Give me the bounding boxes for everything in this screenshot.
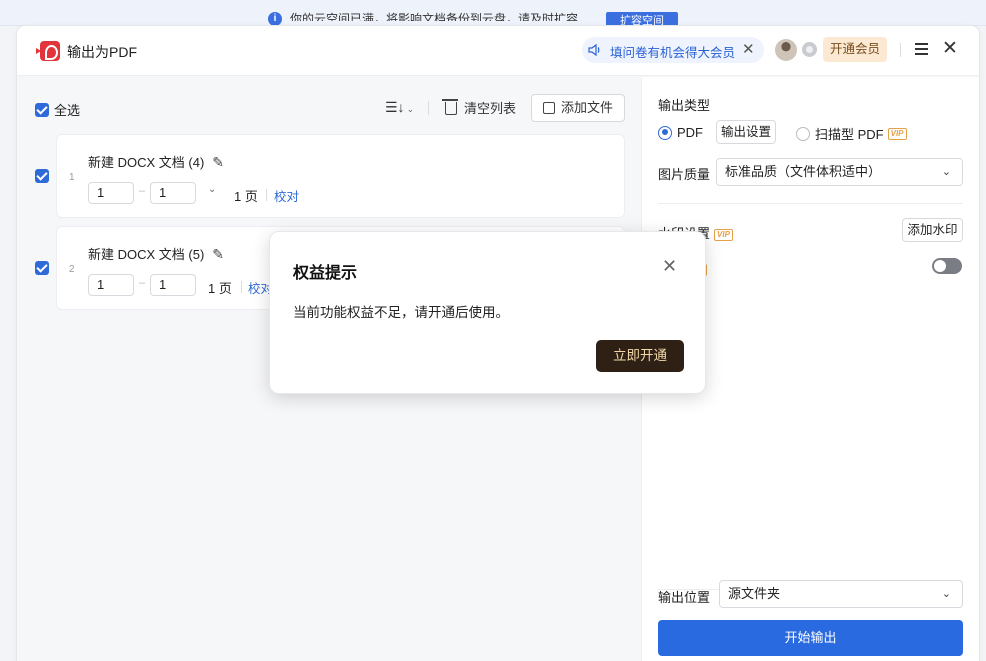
radio-selected-icon xyxy=(658,125,672,140)
image-quality-value: 标准品质（文件体积适中） xyxy=(725,164,882,179)
page-count: 1 页 xyxy=(234,189,258,204)
page-to-input[interactable]: 1 xyxy=(150,274,196,296)
range-dash: – xyxy=(139,185,146,197)
clear-list-button[interactable]: 清空列表 xyxy=(442,98,517,117)
close-promo-icon[interactable]: ✕ xyxy=(742,40,755,58)
file-index: 1 xyxy=(69,172,75,183)
page-from-input[interactable]: 1 xyxy=(88,182,134,204)
output-settings-button[interactable]: 输出设置 xyxy=(716,120,776,144)
output-location-label: 输出位置 xyxy=(658,590,711,605)
title-bar: 输出为PDF 填问卷有机会得大会员 ✕ 开通会员 ✕ xyxy=(17,26,979,76)
file-name: 新建 DOCX 文档 (4) ✎ xyxy=(88,154,225,171)
page-from-input[interactable]: 1 xyxy=(88,274,134,296)
divider xyxy=(658,203,963,204)
member-badge-icon xyxy=(802,42,817,57)
expand-storage-button[interactable]: 扩容空间 xyxy=(606,12,678,26)
promo-text: 填问卷有机会得大会员 xyxy=(610,46,736,60)
speaker-icon xyxy=(588,43,600,57)
select-all-checkbox[interactable] xyxy=(35,102,49,117)
sort-icon: ☰↓ xyxy=(385,99,405,115)
survey-promo-banner[interactable]: 填问卷有机会得大会员 ✕ xyxy=(582,37,764,63)
output-option-toggle[interactable] xyxy=(932,258,962,274)
chevron-down-icon[interactable]: ⌄ xyxy=(208,184,216,195)
file-item: 1 新建 DOCX 文档 (4) ✎ 1 – 1 ⌄ 1 页 校对 xyxy=(56,134,625,218)
radio-unselected-icon xyxy=(796,126,810,141)
radio-pdf[interactable]: PDF xyxy=(658,124,703,140)
add-file-button[interactable]: 添加文件 xyxy=(531,94,625,122)
rename-pencil-icon[interactable]: ✎ xyxy=(212,154,224,171)
vip-tag: VIP xyxy=(714,228,733,241)
sort-button[interactable]: ☰↓ ⌄ xyxy=(385,99,414,116)
radio-scanned-pdf[interactable]: 扫描型 PDF VIP xyxy=(796,124,907,143)
select-all-label: 全选 xyxy=(54,103,81,118)
range-dash: – xyxy=(139,277,146,289)
file-checkbox[interactable] xyxy=(35,169,49,183)
divider xyxy=(241,281,242,293)
output-type-label: 输出类型 xyxy=(658,98,711,113)
divider xyxy=(900,43,901,57)
select-all[interactable]: 全选 xyxy=(35,100,80,119)
pdf-label: PDF xyxy=(677,125,703,141)
file-checkbox[interactable] xyxy=(35,261,49,275)
activate-now-button[interactable]: 立即开通 xyxy=(596,340,684,372)
chevron-down-icon: ⌄ xyxy=(406,104,415,114)
output-location-value: 源文件夹 xyxy=(728,586,781,601)
info-icon: i xyxy=(268,12,282,26)
chevron-down-icon: ⌄ xyxy=(941,588,951,600)
add-watermark-button[interactable]: 添加水印 xyxy=(902,218,963,242)
close-dialog-icon[interactable]: ✕ xyxy=(662,256,677,277)
divider xyxy=(428,101,429,115)
menu-icon[interactable] xyxy=(915,43,928,55)
window-title: 输出为PDF xyxy=(67,44,137,60)
notice-message: 你的云空间已满，将影响文档备份到云盘，请及时扩容 xyxy=(290,12,579,26)
trash-icon xyxy=(442,99,458,115)
chevron-down-icon: ⌄ xyxy=(941,166,951,178)
pdf-logo-icon xyxy=(40,41,60,61)
clear-list-label: 清空列表 xyxy=(464,101,517,116)
page-count: 1 页 xyxy=(208,281,232,296)
entitlement-dialog: 权益提示 ✕ 当前功能权益不足，请开通后使用。 立即开通 xyxy=(269,231,706,394)
image-quality-select[interactable]: 标准品质（文件体积适中） ⌄ xyxy=(716,158,963,186)
file-index: 2 xyxy=(69,264,75,275)
add-file-icon xyxy=(542,102,555,114)
page-to-input[interactable]: 1 xyxy=(150,182,196,204)
cloud-storage-notice: i 你的云空间已满，将影响文档备份到云盘，请及时扩容 扩容空间 xyxy=(0,0,986,26)
dialog-title: 权益提示 xyxy=(293,265,358,282)
close-window-icon[interactable]: ✕ xyxy=(942,39,958,59)
rename-pencil-icon[interactable]: ✎ xyxy=(212,246,224,263)
image-quality-label: 图片质量 xyxy=(658,167,711,182)
start-export-button[interactable]: 开始输出 xyxy=(658,620,963,656)
user-avatar[interactable] xyxy=(775,39,797,61)
vip-tag: VIP xyxy=(887,127,907,140)
proofread-link[interactable]: 校对 xyxy=(274,186,299,205)
output-location-select[interactable]: 源文件夹 ⌄ xyxy=(719,580,963,608)
open-membership-button[interactable]: 开通会员 xyxy=(823,37,887,62)
scanned-pdf-label: 扫描型 PDF xyxy=(815,127,884,142)
add-file-label: 添加文件 xyxy=(560,100,613,115)
file-name: 新建 DOCX 文档 (5) ✎ xyxy=(88,246,225,263)
divider xyxy=(266,189,267,201)
dialog-message: 当前功能权益不足，请开通后使用。 xyxy=(293,305,509,320)
